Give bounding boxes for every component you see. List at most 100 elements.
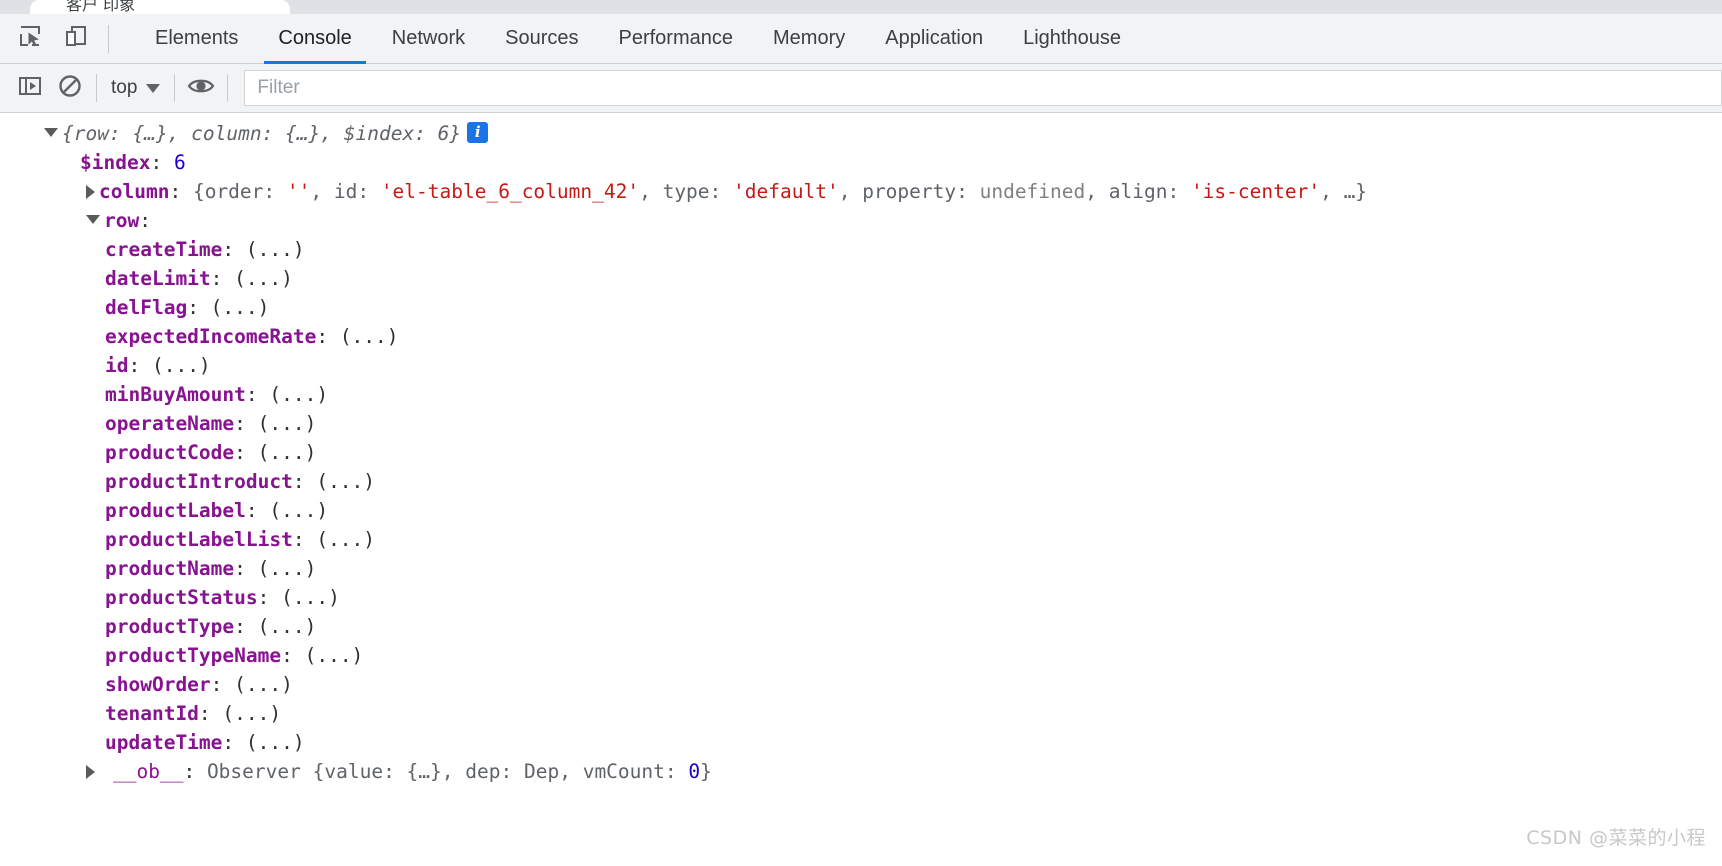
expand-triangle-right-icon[interactable] [86, 184, 95, 199]
property-row-row[interactable]: row: [0, 206, 1722, 235]
property-value[interactable]: (...) [222, 702, 281, 725]
property-row[interactable]: updateTime: (...) [0, 728, 1722, 757]
sub-sep: : [664, 760, 689, 783]
property-name: id [105, 354, 129, 377]
info-icon[interactable]: i [467, 122, 489, 143]
sub-comma: , [1085, 180, 1109, 203]
property-row[interactable]: createTime: (...) [0, 235, 1722, 264]
sub-comma: , [639, 180, 663, 203]
tab-elements[interactable]: Elements [135, 14, 258, 63]
property-value[interactable]: (...) [258, 557, 317, 580]
console-sidebar-icon [17, 73, 43, 104]
property-value[interactable]: (...) [258, 441, 317, 464]
property-value[interactable]: (...) [269, 383, 328, 406]
property-separator: : [234, 441, 258, 464]
property-name: dateLimit [105, 267, 211, 290]
tab-memory[interactable]: Memory [753, 14, 865, 63]
property-row-index[interactable]: $index: 6 [0, 148, 1722, 177]
filterbar-divider-3 [227, 74, 229, 102]
property-row-column[interactable]: column: {order: '', id: 'el-table_6_colu… [0, 177, 1722, 206]
filterbar-divider-1 [96, 74, 97, 102]
brace-close: } [700, 760, 712, 783]
sub-sep: : [500, 760, 524, 783]
property-row[interactable]: delFlag: (...) [0, 293, 1722, 322]
live-expression-button[interactable] [181, 68, 221, 108]
browser-tab-strip: 客户 印象 [0, 0, 1722, 14]
clear-console-icon [57, 73, 83, 104]
property-value[interactable]: (...) [281, 586, 340, 609]
property-value[interactable]: (...) [234, 673, 293, 696]
property-row[interactable]: productCode: (...) [0, 438, 1722, 467]
property-row[interactable]: tenantId: (...) [0, 699, 1722, 728]
property-separator: : [139, 209, 151, 232]
devtools-tool-icons [0, 14, 121, 63]
sub-key: value [324, 760, 384, 783]
property-value[interactable]: (...) [305, 644, 364, 667]
browser-tab-title: 客户 印象 [66, 0, 136, 14]
property-value[interactable]: (...) [258, 615, 317, 638]
sub-value: '' [286, 180, 311, 203]
sub-value: Dep [523, 760, 560, 783]
expand-triangle-down-icon[interactable] [86, 215, 100, 224]
property-name: productIntroduct [105, 470, 293, 493]
console-message-root[interactable]: {row: {…}, column: {…}, $index: 6} i [0, 119, 1722, 148]
sub-comma: , [1320, 180, 1344, 203]
property-row[interactable]: operateName: (...) [0, 409, 1722, 438]
sub-value: 'default' [733, 180, 839, 203]
property-value[interactable]: (...) [316, 470, 375, 493]
devtools-tab-bar: Elements Console Network Sources Perform… [0, 14, 1722, 64]
property-row[interactable]: productType: (...) [0, 612, 1722, 641]
watermark: CSDN @菜菜的小程 [1526, 827, 1706, 849]
expand-triangle-right-icon[interactable] [86, 764, 95, 779]
property-value[interactable]: (...) [246, 238, 305, 261]
tab-sources[interactable]: Sources [485, 14, 598, 63]
sub-sep: : [709, 180, 734, 203]
property-value[interactable]: (...) [211, 296, 270, 319]
console-context-label: top [111, 77, 138, 98]
tab-lighthouse[interactable]: Lighthouse [1003, 14, 1141, 63]
clear-console-button[interactable] [50, 68, 90, 108]
property-row[interactable]: productLabelList: (...) [0, 525, 1722, 554]
property-value[interactable]: (...) [246, 731, 305, 754]
browser-tab[interactable]: 客户 印象 [30, 0, 290, 14]
property-row[interactable]: productIntroduct: (...) [0, 467, 1722, 496]
property-row-observer[interactable]: __ob__: Observer {value: {…}, dep: Dep, … [0, 757, 1722, 786]
property-value[interactable]: (...) [340, 325, 399, 348]
inspect-element-button[interactable] [10, 19, 50, 59]
property-row[interactable]: expectedIncomeRate: (...) [0, 322, 1722, 351]
tab-console[interactable]: Console [258, 14, 371, 64]
console-context-selector[interactable]: top [103, 77, 168, 99]
tab-performance[interactable]: Performance [599, 14, 754, 63]
expand-triangle-down-icon[interactable] [44, 128, 58, 137]
property-name: $index [80, 151, 151, 174]
property-value[interactable]: (...) [152, 354, 211, 377]
property-value[interactable]: (...) [258, 412, 317, 435]
inspect-element-icon [17, 23, 43, 54]
property-value[interactable]: (...) [316, 528, 375, 551]
tab-network[interactable]: Network [372, 14, 485, 63]
property-name: createTime [105, 238, 223, 261]
property-row[interactable]: id: (...) [0, 351, 1722, 380]
sub-sep: : [1167, 180, 1191, 203]
property-row[interactable]: dateLimit: (...) [0, 264, 1722, 293]
property-separator: : [128, 354, 152, 377]
space-sep [301, 760, 313, 783]
device-toolbar-button[interactable] [56, 19, 96, 59]
sub-key: align [1108, 180, 1168, 203]
tab-application[interactable]: Application [865, 14, 1003, 63]
property-row[interactable]: productStatus: (...) [0, 583, 1722, 612]
property-row[interactable]: showOrder: (...) [0, 670, 1722, 699]
property-value[interactable]: (...) [234, 267, 293, 290]
brace-close: …} [1343, 180, 1368, 203]
property-separator: : [234, 412, 258, 435]
property-row[interactable]: productTypeName: (...) [0, 641, 1722, 670]
sub-key: type [662, 180, 710, 203]
property-row[interactable]: minBuyAmount: (...) [0, 380, 1722, 409]
property-row[interactable]: productLabel: (...) [0, 496, 1722, 525]
console-sidebar-button[interactable] [10, 68, 50, 108]
console-filter-input[interactable]: Filter [244, 70, 1722, 106]
property-name: tenantId [105, 702, 199, 725]
sub-value: undefined [979, 180, 1086, 203]
property-row[interactable]: productName: (...) [0, 554, 1722, 583]
property-value[interactable]: (...) [269, 499, 328, 522]
